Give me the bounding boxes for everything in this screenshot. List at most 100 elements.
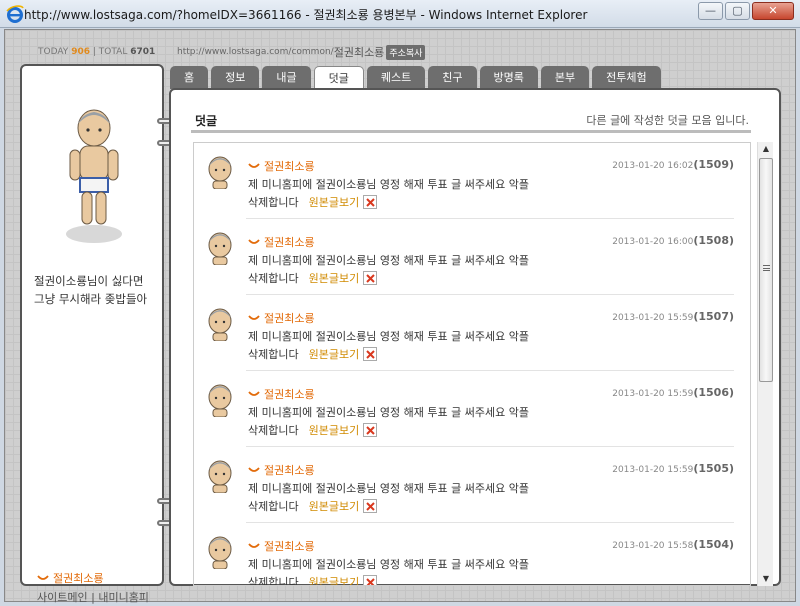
visit-counter: TODAY 906 | TOTAL 6701 — [38, 47, 155, 57]
commenter-avatar — [208, 308, 232, 341]
comment-author-name: 절권최소룡 — [264, 388, 315, 401]
character-avatar — [66, 109, 122, 243]
home-url: http://www.lostsaga.com/common/절권최소룡 주소복… — [177, 44, 426, 60]
delete-comment-button[interactable] — [363, 195, 378, 209]
orange-smile-mark-icon — [248, 163, 260, 168]
comment-author-name: 절권최소룡 — [264, 464, 315, 477]
view-original-link[interactable]: 원본글보기 — [309, 346, 360, 362]
comment-number: (1508) — [693, 234, 734, 247]
scroll-up-icon[interactable]: ▲ — [758, 142, 774, 156]
copy-address-button[interactable]: 주소복사 — [386, 44, 426, 60]
comment-date: 2013-01-20 15:59(1506) — [612, 386, 734, 399]
tab-quest[interactable]: 퀘스트 — [366, 66, 426, 89]
comment-author[interactable]: 절권최소룡 — [248, 538, 315, 554]
comment-author[interactable]: 절권최소룡 — [248, 462, 315, 478]
view-original-link[interactable]: 원본글보기 — [309, 574, 360, 585]
comment-actions: 삭제합니다 원본글보기 — [248, 346, 378, 362]
comment-text: 제 미니홈피에 절권이소룡님 영정 해재 투표 글 써주세요 악플 — [248, 558, 529, 571]
tab-guestbook[interactable]: 방명록 — [479, 66, 538, 89]
orange-smile-mark-icon — [37, 575, 49, 580]
close-x-icon — [366, 198, 375, 207]
list-item: 절권최소룡 2013-01-20 15:59(1506) 제 미니홈피에 절권이… — [194, 371, 734, 447]
maximize-icon: ▢ — [732, 4, 743, 17]
tab-info[interactable]: 정보 — [211, 66, 260, 89]
comment-text: 제 미니홈피에 절권이소룡님 영정 해재 투표 글 써주세요 악플 — [248, 406, 529, 419]
commenter-avatar — [208, 232, 232, 265]
my-minihome-link[interactable]: 내미니홈피 — [98, 591, 149, 604]
section-divider — [191, 130, 751, 133]
delete-comment-button[interactable] — [363, 271, 378, 285]
tab-my-posts[interactable]: 내글 — [262, 66, 311, 89]
delete-comment-button[interactable] — [363, 575, 378, 585]
tab-battle-trial[interactable]: 전투체험 — [592, 66, 661, 89]
list-item: 절권최소룡 2013-01-20 15:58(1504) 제 미니홈피에 절권이… — [194, 523, 734, 585]
commenter-avatar — [208, 460, 232, 493]
tab-hq[interactable]: 본부 — [540, 66, 590, 89]
comment-date-text: 2013-01-20 15:59 — [612, 389, 694, 399]
comment-actions: 삭제합니다 원본글보기 — [248, 574, 378, 585]
close-x-icon — [366, 350, 375, 359]
comment-author[interactable]: 절권최소룡 — [248, 158, 315, 174]
comment-text-continued: 삭제합니다 — [248, 196, 299, 209]
comment-author-name: 절권최소룡 — [264, 540, 315, 553]
tab-home[interactable]: 홈 — [170, 66, 209, 89]
profile-message-line2: 그냥 무시해라 좆밥들아 — [34, 292, 148, 306]
view-original-link[interactable]: 원본글보기 — [309, 270, 360, 286]
comment-text: 제 미니홈피에 절권이소룡님 영정 해재 투표 글 써주세요 악플 — [248, 178, 529, 191]
counter-separator: | — [92, 47, 96, 57]
maximize-button[interactable]: ▢ — [725, 2, 750, 20]
link-separator: | — [91, 591, 95, 604]
comment-text-continued: 삭제합니다 — [248, 424, 299, 437]
profile-name: 절권최소룡 — [37, 570, 104, 586]
comment-text-continued: 삭제합니다 — [248, 500, 299, 513]
comment-number: (1505) — [693, 462, 734, 475]
list-item: 절권최소룡 2013-01-20 16:00(1508) 제 미니홈피에 절권이… — [194, 219, 734, 295]
comment-date: 2013-01-20 15:59(1505) — [612, 462, 734, 475]
total-label: TOTAL — [98, 47, 128, 57]
close-x-icon — [366, 274, 375, 283]
profile-links: 사이트메인 | 내미니홈피 — [37, 589, 149, 605]
comment-author[interactable]: 절권최소룡 — [248, 310, 315, 326]
delete-comment-button[interactable] — [363, 499, 378, 513]
comment-author-name: 절권최소룡 — [264, 160, 315, 173]
comment-date-text: 2013-01-20 15:59 — [612, 465, 694, 475]
page-frame: TODAY 906 | TOTAL 6701 http://www.lostsa… — [4, 29, 796, 604]
comment-text-continued: 삭제합니다 — [248, 348, 299, 361]
comment-date: 2013-01-20 16:02(1509) — [612, 158, 734, 171]
window-titlebar[interactable]: http://www.lostsaga.com/?homeIDX=3661166… — [0, 0, 800, 28]
minimize-button[interactable]: — — [698, 2, 723, 20]
comment-author-name: 절권최소룡 — [264, 236, 315, 249]
home-url-name: 절권최소룡 — [333, 46, 385, 59]
profile-panel: 절권이소룡님이 싫다면 그냥 무시해라 좆밥들아 절권최소룡 사이트메인 | 내… — [20, 64, 164, 604]
scrollbar[interactable]: ▲ ▼ — [757, 142, 773, 586]
scroll-down-icon[interactable]: ▼ — [758, 572, 774, 586]
comment-text-continued: 삭제합니다 — [248, 272, 299, 285]
list-item: 절권최소룡 2013-01-20 16:02(1509) 제 미니홈피에 절권이… — [194, 143, 734, 219]
comment-actions: 삭제합니다 원본글보기 — [248, 270, 378, 286]
comment-text: 제 미니홈피에 절권이소룡님 영정 해재 투표 글 써주세요 악플 — [248, 330, 529, 343]
comment-text: 제 미니홈피에 절권이소룡님 영정 해재 투표 글 써주세요 악플 — [248, 254, 529, 267]
comment-date: 2013-01-20 15:59(1507) — [612, 310, 734, 323]
delete-comment-button[interactable] — [363, 423, 378, 437]
comment-date: 2013-01-20 15:58(1504) — [612, 538, 734, 551]
content-panel: 덧글 다른 글에 작성한 덧글 모음 입니다. 절권최소룡 2013-01-20… — [169, 88, 781, 586]
site-main-link[interactable]: 사이트메인 — [37, 591, 88, 604]
grip-icon — [763, 265, 770, 271]
comment-author[interactable]: 절권최소룡 — [248, 234, 315, 250]
tab-friends[interactable]: 친구 — [428, 66, 477, 89]
comment-actions: 삭제합니다 원본글보기 — [248, 194, 378, 210]
view-original-link[interactable]: 원본글보기 — [309, 422, 360, 438]
comment-number: (1507) — [693, 310, 734, 323]
scrollbar-thumb[interactable] — [759, 158, 773, 382]
orange-smile-mark-icon — [248, 391, 260, 396]
view-original-link[interactable]: 원본글보기 — [309, 194, 360, 210]
close-button[interactable]: ✕ — [752, 2, 794, 20]
delete-comment-button[interactable] — [363, 347, 378, 361]
close-icon: ✕ — [768, 4, 778, 17]
comment-date-text: 2013-01-20 16:00 — [612, 237, 694, 247]
list-item: 절권최소룡 2013-01-20 15:59(1507) 제 미니홈피에 절권이… — [194, 295, 734, 371]
view-original-link[interactable]: 원본글보기 — [309, 498, 360, 514]
comment-author[interactable]: 절권최소룡 — [248, 386, 315, 402]
orange-smile-mark-icon — [248, 315, 260, 320]
comment-number: (1509) — [693, 158, 734, 171]
